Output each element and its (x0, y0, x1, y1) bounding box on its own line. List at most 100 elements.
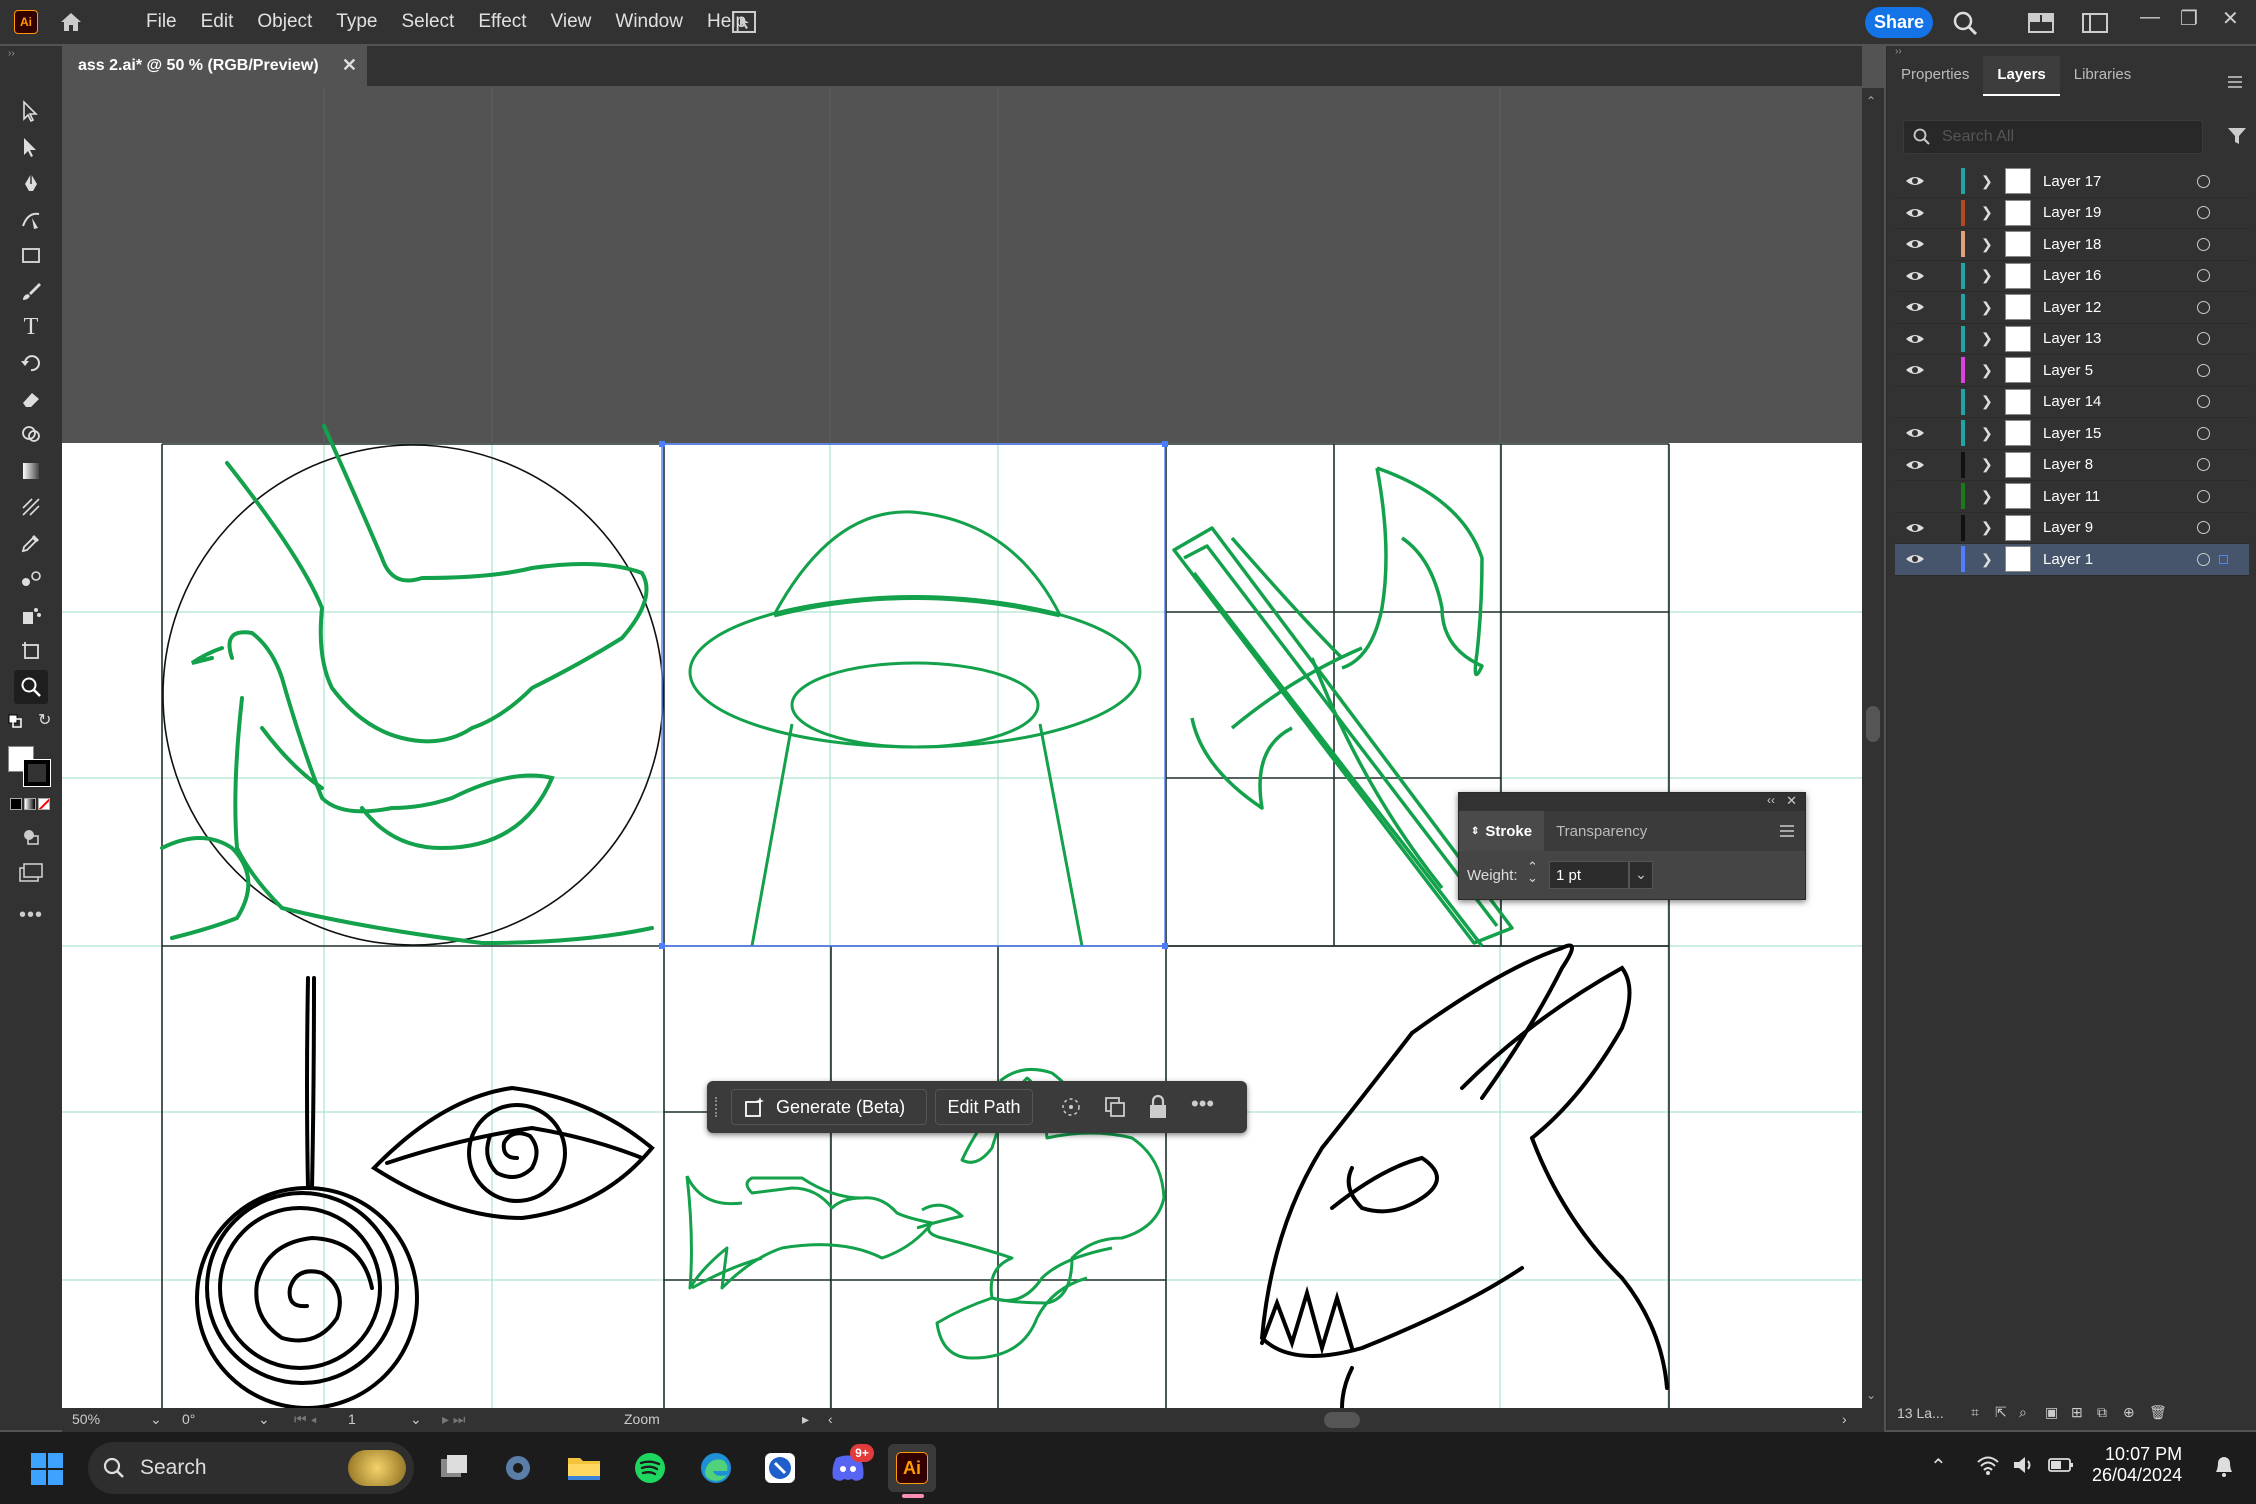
battery-icon[interactable] (2048, 1456, 2074, 1474)
target-circle-icon[interactable] (2197, 395, 2210, 409)
drag-handle[interactable] (715, 1097, 719, 1117)
search-highlight-icon[interactable] (348, 1450, 406, 1486)
type-tool-icon[interactable]: T (14, 310, 48, 344)
symbol-sprayer-tool-icon[interactable] (14, 598, 48, 632)
panel-options-icon[interactable] (2227, 76, 2243, 88)
export-icon[interactable]: ⇱ (1995, 1404, 2007, 1421)
blend-tool-icon[interactable] (14, 562, 48, 596)
gradient-tool-icon[interactable] (14, 454, 48, 488)
tab-stroke[interactable]: ⇕ Stroke (1459, 811, 1545, 851)
menu-file[interactable]: File (134, 11, 189, 33)
layer-name[interactable]: Layer 9 (2043, 519, 2093, 536)
share-button[interactable]: Share (1865, 7, 1933, 38)
notification-icon[interactable] (2212, 1454, 2236, 1478)
generate-beta-button[interactable]: Generate (Beta) (731, 1089, 927, 1125)
status-menu-icon[interactable]: ▸ (802, 1411, 809, 1428)
layer-name[interactable]: Layer 13 (2043, 330, 2101, 347)
vertical-scroll-thumb[interactable] (1866, 706, 1880, 742)
first-artboard-icon[interactable]: ⏮ ◂ (294, 1411, 317, 1428)
panel-toggle-icon[interactable] (2082, 13, 2108, 33)
layer-row[interactable]: ❯ Layer 19 (1895, 198, 2249, 229)
target-circle-icon[interactable] (2197, 174, 2210, 188)
layer-name[interactable]: Layer 17 (2043, 173, 2101, 190)
visibility-eye-icon[interactable] (1905, 266, 1925, 286)
visibility-eye-icon[interactable] (1905, 171, 1925, 191)
close-icon[interactable]: ✕ (2222, 6, 2239, 31)
target-circle-icon[interactable] (2197, 206, 2210, 220)
volume-icon[interactable] (2012, 1454, 2036, 1476)
task-view-icon[interactable] (430, 1444, 478, 1492)
duplicate-icon[interactable] (1103, 1095, 1127, 1119)
tab-layers[interactable]: Layers (1983, 56, 2060, 96)
edit-path-button[interactable]: Edit Path (935, 1089, 1033, 1125)
tray-overflow-icon[interactable]: ⌃ (1930, 1454, 1947, 1479)
target-circle-icon[interactable] (2197, 363, 2210, 377)
layer-name[interactable]: Layer 19 (2043, 204, 2101, 221)
edge-icon[interactable] (692, 1444, 740, 1492)
menu-edit[interactable]: Edit (189, 11, 246, 33)
visibility-eye-icon[interactable] (1905, 518, 1925, 538)
target-circle-icon[interactable] (2197, 237, 2210, 251)
layer-row[interactable]: ❯ Layer 12 (1895, 292, 2249, 324)
target-circle-icon[interactable] (2197, 489, 2210, 503)
select-similar-icon[interactable] (1059, 1095, 1083, 1119)
more-tools-icon[interactable]: ••• (19, 904, 43, 927)
document-tab[interactable]: ass 2.ai* @ 50 % (RGB/Preview) ✕ (62, 46, 367, 86)
scroll-left-icon[interactable]: ‹ (828, 1411, 833, 1427)
artboard-tool-icon[interactable] (14, 634, 48, 668)
collect-in-new-layer-icon[interactable]: ⊞ (2071, 1404, 2083, 1421)
layer-name[interactable]: Layer 16 (2043, 267, 2101, 284)
layer-name[interactable]: Layer 18 (2043, 236, 2101, 253)
windows-start-icon[interactable] (30, 1452, 64, 1486)
screen-mode-icon[interactable] (18, 862, 44, 884)
visibility-eye-icon[interactable] (1905, 234, 1925, 254)
zoom-level[interactable]: 50% (72, 1411, 100, 1427)
expand-arrow-icon[interactable]: ❯ (1981, 173, 1993, 190)
clock[interactable]: 10:07 PM 26/04/2024 (2092, 1444, 2182, 1486)
new-layer-icon[interactable]: ⊕ (2123, 1404, 2135, 1421)
app-s-icon[interactable] (756, 1444, 804, 1492)
visibility-eye-icon[interactable] (1905, 360, 1925, 380)
visibility-eye-icon[interactable] (1905, 329, 1925, 349)
wifi-icon[interactable] (1976, 1454, 2000, 1476)
visibility-eye-icon[interactable] (1905, 549, 1925, 569)
close-panel-icon[interactable]: ✕ (1786, 793, 1797, 809)
curvature-tool-icon[interactable] (14, 202, 48, 236)
expand-arrow-icon[interactable]: ❯ (1981, 330, 1993, 347)
layer-name[interactable]: Layer 14 (2043, 393, 2101, 410)
layer-row[interactable]: ❯ Layer 8 (1895, 450, 2249, 481)
expand-arrow-icon[interactable]: ❯ (1981, 551, 1993, 568)
minimize-icon[interactable]: — (2140, 6, 2160, 29)
menu-view[interactable]: View (539, 11, 604, 33)
visibility-eye-icon[interactable] (1905, 455, 1925, 475)
collapse-panel-icon[interactable]: ‹‹ (1767, 793, 1775, 807)
visibility-toggle[interactable] (1905, 392, 1925, 412)
swap-colors-icon[interactable]: ↻ (38, 710, 51, 730)
layer-row[interactable]: ❯ Layer 17 (1895, 166, 2249, 198)
zoom-dropdown-icon[interactable]: ⌄ (150, 1411, 162, 1428)
stroke-panel-titlebar[interactable]: ‹‹ ✕ (1459, 793, 1805, 811)
menu-type[interactable]: Type (324, 11, 389, 33)
selection-tool-icon[interactable] (14, 94, 48, 128)
make-clipping-mask-icon[interactable]: ▣ (2045, 1404, 2058, 1421)
vertical-scrollbar[interactable]: ⌃ ⌄ (1862, 88, 1884, 1408)
home-icon[interactable] (58, 9, 84, 35)
spotify-icon[interactable] (626, 1444, 674, 1492)
layer-name[interactable]: Layer 8 (2043, 456, 2093, 473)
illustrator-taskbar-icon[interactable]: Ai (888, 1444, 936, 1492)
weight-dropdown[interactable]: ⌄ (1629, 861, 1653, 889)
scroll-right-icon[interactable]: › (1842, 1411, 1847, 1427)
tab-properties[interactable]: Properties (1887, 56, 1983, 96)
expand-arrow-icon[interactable]: ❯ (1981, 204, 1993, 221)
more-options-icon[interactable]: ••• (1191, 1091, 1214, 1117)
layer-row[interactable]: ❯ Layer 18 (1895, 229, 2249, 261)
layer-name[interactable]: Layer 15 (2043, 425, 2101, 442)
arrange-documents-icon[interactable] (731, 10, 757, 34)
eyedropper-tool-icon[interactable] (14, 526, 48, 560)
delete-layer-icon[interactable]: 🗑 (2149, 1404, 2167, 1421)
panel-menu-icon[interactable] (1779, 825, 1795, 837)
filter-icon[interactable] (2227, 126, 2247, 146)
expand-arrow-icon[interactable]: ❯ (1981, 393, 1993, 410)
layer-row[interactable]: ❯ Layer 13 (1895, 324, 2249, 355)
shape-builder-tool-icon[interactable] (14, 418, 48, 452)
